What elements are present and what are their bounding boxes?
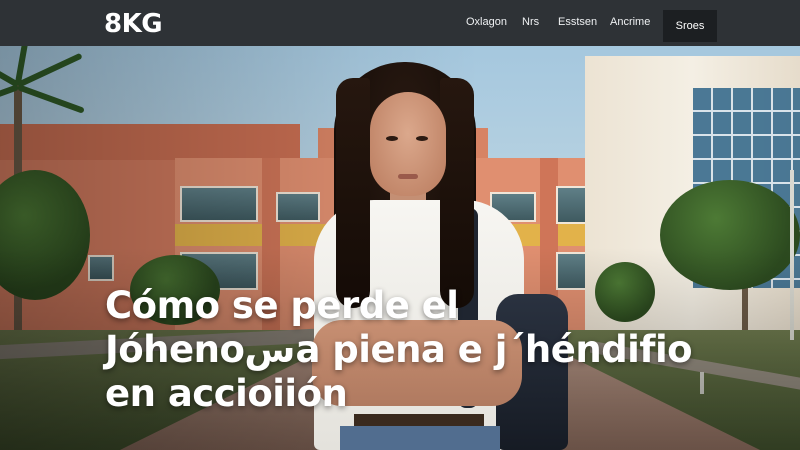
headline-line: Cómo se perde el xyxy=(105,284,459,327)
hair-left xyxy=(336,78,370,308)
face xyxy=(370,92,446,196)
jeans xyxy=(340,426,500,450)
hero-headline: Cómo se perde el Jóhenoسa piena e j´hénd… xyxy=(105,284,705,416)
top-navbar: 8KG Oxlagon Nrs Esstsen Ancrime Sroes xyxy=(0,0,800,46)
nav-link-ancrime[interactable]: Ancrime xyxy=(610,16,650,28)
brand-logo[interactable]: 8KG xyxy=(104,9,163,39)
eye xyxy=(386,136,398,141)
hair-right xyxy=(440,78,474,308)
nav-cta-button[interactable]: Sroes xyxy=(663,10,717,42)
eye xyxy=(416,136,428,141)
headline-line: en accioiión xyxy=(105,372,348,415)
headline-line: Jóhenoسa piena e j´héndifio xyxy=(105,328,693,371)
nav-link-nrs[interactable]: Nrs xyxy=(522,16,539,28)
nav-link-oxlagon[interactable]: Oxlagon xyxy=(466,16,507,28)
nav-link-esstsen[interactable]: Esstsen xyxy=(558,16,597,28)
mouth xyxy=(398,174,418,179)
